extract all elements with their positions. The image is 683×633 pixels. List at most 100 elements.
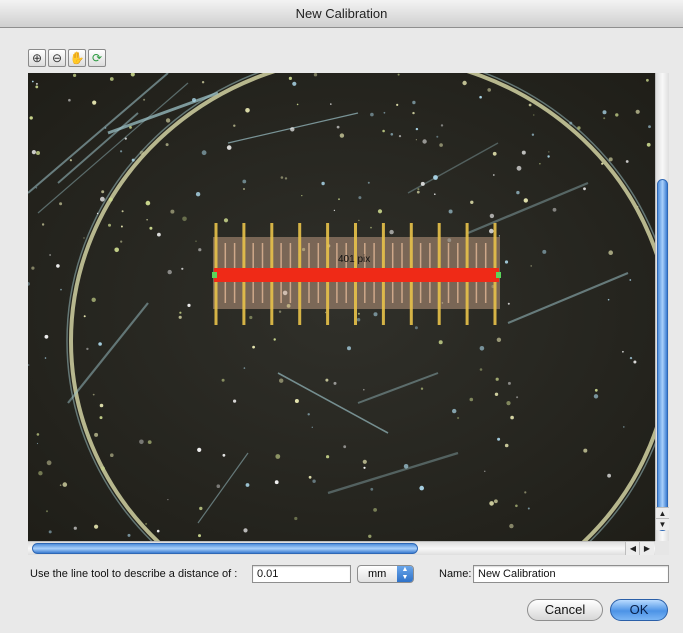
speck <box>86 347 89 351</box>
speck <box>292 81 297 86</box>
scroll-left-arrow[interactable]: ◀ <box>625 542 640 555</box>
speck <box>615 113 619 117</box>
speck <box>462 80 467 86</box>
speck <box>389 229 394 235</box>
speck <box>313 73 318 77</box>
image-viewer[interactable]: 401 pix <box>28 73 655 541</box>
speck <box>69 159 72 162</box>
speck <box>368 534 372 538</box>
micrograph-image[interactable]: 401 pix <box>28 73 655 541</box>
speck <box>308 475 312 479</box>
speck <box>31 150 36 155</box>
cancel-button[interactable]: Cancel <box>527 599 603 621</box>
speck <box>489 213 495 219</box>
speck <box>417 188 420 191</box>
speck <box>594 388 598 392</box>
speck <box>412 111 415 115</box>
speck <box>221 378 225 382</box>
speck <box>83 237 85 239</box>
speck <box>633 360 637 364</box>
speck <box>62 482 68 487</box>
speck <box>636 205 639 208</box>
speck <box>108 223 111 227</box>
zoom-out-button[interactable]: ⊖ <box>48 49 66 67</box>
scroll-right-arrow[interactable]: ▶ <box>639 542 654 555</box>
measurement-label: 401 pix <box>338 254 370 265</box>
speck <box>307 413 310 416</box>
speck <box>494 392 499 396</box>
speck <box>516 190 520 195</box>
speck <box>330 103 332 105</box>
speck <box>197 447 202 452</box>
speck <box>489 228 494 234</box>
speck <box>38 471 43 476</box>
speck <box>457 416 460 420</box>
speck <box>533 114 535 116</box>
speck <box>31 266 35 270</box>
speck <box>608 157 613 162</box>
speck <box>91 297 96 302</box>
speck <box>484 470 486 472</box>
speck <box>178 315 182 319</box>
speck <box>110 453 114 458</box>
name-input[interactable]: New Calibration <box>473 565 669 583</box>
speck <box>438 340 443 345</box>
speck <box>509 523 514 529</box>
speck <box>516 396 519 399</box>
speck <box>607 473 611 478</box>
speck <box>46 510 48 513</box>
speck <box>94 524 99 529</box>
speck <box>507 302 510 305</box>
speck <box>222 453 226 457</box>
speck <box>216 484 221 489</box>
speck <box>99 403 104 408</box>
horizontal-scroll-thumb[interactable] <box>32 543 418 554</box>
speck <box>646 78 649 82</box>
window-title: New Calibration <box>0 0 683 28</box>
speck <box>521 150 526 155</box>
speck <box>507 381 511 385</box>
speck <box>226 145 232 150</box>
speck <box>29 116 33 120</box>
speck <box>325 378 329 382</box>
speck <box>415 139 417 141</box>
line-end-handle[interactable] <box>496 272 501 278</box>
horizontal-scrollbar[interactable]: ◀ ▶ <box>28 541 655 555</box>
speck <box>370 226 372 229</box>
ok-button[interactable]: OK <box>610 599 668 621</box>
vertical-scrollbar[interactable]: ▲ ▼ <box>655 73 669 541</box>
line-start-handle[interactable] <box>212 272 217 278</box>
speck <box>412 100 416 105</box>
speck <box>583 448 588 453</box>
unit-select[interactable]: mm ▲ ▼ <box>357 565 414 583</box>
speck <box>333 209 336 212</box>
measurement-line[interactable] <box>214 268 499 282</box>
speck <box>415 127 419 131</box>
speck <box>127 533 131 537</box>
speck <box>59 484 62 487</box>
pan-button[interactable]: ✋ <box>68 49 86 67</box>
zoom-out-icon: ⊖ <box>51 51 63 65</box>
speck <box>249 315 253 320</box>
distance-input[interactable]: 0.01 <box>252 565 351 583</box>
speck <box>92 393 95 396</box>
scroll-corner <box>655 541 669 555</box>
speck <box>396 103 399 106</box>
speck <box>494 499 498 504</box>
speck <box>131 158 135 162</box>
speck <box>569 121 573 125</box>
speck <box>73 73 77 77</box>
speck <box>31 80 34 83</box>
zoom-in-button[interactable]: ⊕ <box>28 49 46 67</box>
rotate-button[interactable]: ⟳ <box>88 49 106 67</box>
speck <box>48 530 52 534</box>
speck <box>539 163 541 165</box>
speck <box>35 85 39 89</box>
speck <box>146 219 148 221</box>
vertical-scroll-thumb[interactable] <box>657 179 668 531</box>
speck <box>436 135 439 138</box>
speck <box>41 223 45 226</box>
scroll-down-arrow[interactable]: ▼ <box>656 518 669 530</box>
speck <box>377 209 383 214</box>
speck <box>504 260 509 264</box>
